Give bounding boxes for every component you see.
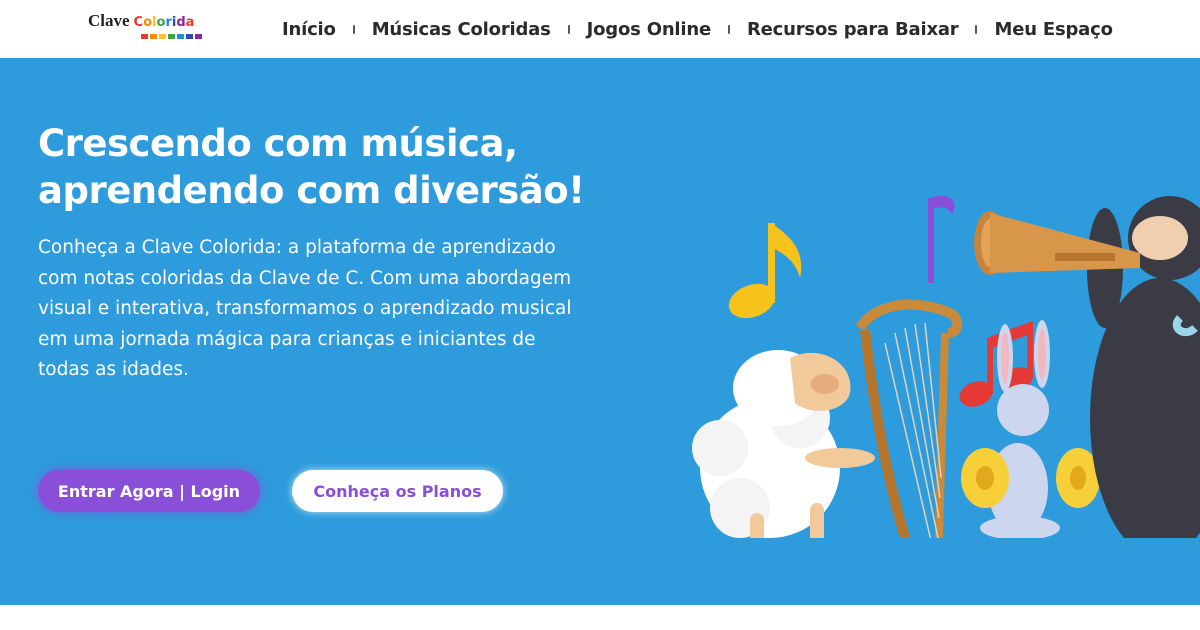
hero-section: Crescendo com música, aprendendo com div…: [0, 58, 1200, 605]
logo-letter: C: [133, 15, 144, 30]
nav-separator: [352, 24, 355, 34]
hero-description: Conheça a Clave Colorida: a plataforma d…: [38, 237, 572, 380]
nav-item-meu-espaco[interactable]: Meu Espaço: [994, 19, 1112, 40]
hero-title-line-1: Crescendo com música,: [38, 122, 518, 165]
purple-music-note-icon: [928, 195, 955, 283]
yellow-music-note-icon: [728, 223, 802, 319]
hero-title-line-2: aprendendo com diversão!: [38, 169, 585, 212]
logo-bar-segment: [141, 34, 148, 39]
site-header: Clave Colorida Início Músicas Coloridas J…: [0, 0, 1200, 58]
logo-letter: d: [176, 15, 186, 30]
logo-letter: o: [143, 15, 153, 30]
logo-bar-segment: [195, 34, 202, 39]
logo-color-bar: [141, 34, 202, 39]
logo-accent-text: Colorida: [134, 15, 195, 30]
logo-bar-segment: [159, 34, 166, 39]
page-bottom-strip: [0, 605, 1200, 630]
nav-item-recursos-para-baixar[interactable]: Recursos para Baixar: [747, 19, 959, 40]
nav-separator: [728, 24, 730, 34]
logo-text: Clave Colorida: [88, 10, 194, 34]
nav-separator: [567, 24, 570, 34]
logo-bar-segment: [177, 34, 184, 39]
site-logo[interactable]: Clave Colorida: [88, 10, 208, 44]
nav-item-musicas-coloridas[interactable]: Músicas Coloridas: [372, 19, 551, 40]
nav-separator: [975, 24, 978, 34]
logo-bar-segment: [150, 34, 157, 39]
nav-item-inicio[interactable]: Início: [282, 19, 336, 40]
logo-main-text: Clave: [88, 11, 130, 30]
nav-fade-overlay: [1140, 0, 1200, 58]
musical-animals-illustration: [692, 195, 1200, 538]
sheep-character: [692, 350, 875, 538]
logo-letter: a: [185, 15, 195, 30]
harp: [855, 299, 963, 538]
hero-title: Crescendo com música, aprendendo com div…: [38, 120, 678, 214]
plans-button[interactable]: Conheça os Planos: [292, 470, 503, 512]
nav-item-jogos-online[interactable]: Jogos Online: [587, 19, 712, 40]
login-button[interactable]: Entrar Agora | Login: [38, 470, 260, 512]
logo-bar-segment: [168, 34, 175, 39]
main-nav: Início Músicas Coloridas Jogos Online Re…: [282, 0, 1113, 58]
logo-bar-segment: [186, 34, 193, 39]
